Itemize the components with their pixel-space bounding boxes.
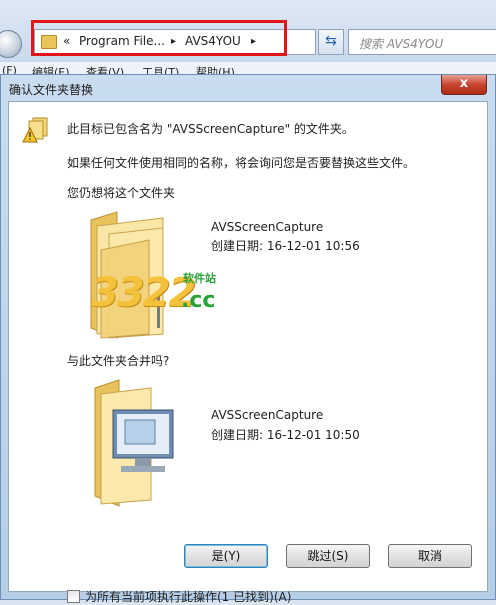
watermark-logo: 3322 软件站 .cc bbox=[91, 270, 241, 328]
close-button[interactable]: x bbox=[441, 75, 487, 95]
search-placeholder: 搜索 AVS4YOU bbox=[359, 37, 444, 51]
watermark-number: 3322 bbox=[91, 270, 196, 316]
folder1-name: AVSScreenCapture bbox=[211, 220, 324, 234]
folder-warning-icon bbox=[22, 117, 48, 143]
folder2-name: AVSScreenCapture bbox=[211, 408, 324, 422]
back-button[interactable] bbox=[0, 30, 22, 58]
apply-all-checkbox[interactable] bbox=[67, 590, 80, 603]
skip-button[interactable]: 跳过(S) bbox=[286, 544, 370, 568]
apply-all-label[interactable]: 为所有当前项执行此操作(1 已找到)(A) bbox=[85, 588, 291, 605]
folder2-date: 创建日期: 16-12-01 10:50 bbox=[211, 428, 360, 442]
refresh-icon[interactable]: ⇆ bbox=[318, 29, 344, 55]
explorer-toolbar: « Program File... ▸ AVS4YOU ▸ ⇆ 搜索 AVS4Y… bbox=[0, 0, 496, 62]
message-text: 此目标已包含名为 "AVSScreenCapture" 的文件夹。 bbox=[67, 122, 354, 136]
dialog-body: 此目标已包含名为 "AVSScreenCapture" 的文件夹。 如果任何文件… bbox=[8, 101, 488, 604]
cancel-button[interactable]: 取消 bbox=[388, 544, 472, 568]
address-highlight-box bbox=[31, 20, 287, 56]
confirm-folder-replace-dialog: 确认文件夹替换 x 此目标已包含名为 "AVSScreenCapture" 的文… bbox=[0, 74, 496, 604]
dialog-title: 确认文件夹替换 bbox=[9, 83, 94, 97]
question-merge-text: 与此文件夹合并吗? bbox=[67, 354, 170, 368]
explain-text: 如果任何文件使用相同的名称，将会询问您是否要替换这些文件。 bbox=[67, 156, 416, 170]
folder1-date: 创建日期: 16-12-01 10:56 bbox=[211, 239, 360, 253]
yes-button[interactable]: 是(Y) bbox=[184, 544, 268, 568]
search-input[interactable]: 搜索 AVS4YOU bbox=[348, 29, 496, 55]
folder-icon[interactable] bbox=[91, 378, 175, 508]
watermark-domain: .cc bbox=[181, 288, 216, 313]
watermark-site-name: 软件站 bbox=[183, 272, 216, 285]
question-keep-text: 您仍想将这个文件夹 bbox=[67, 186, 176, 200]
